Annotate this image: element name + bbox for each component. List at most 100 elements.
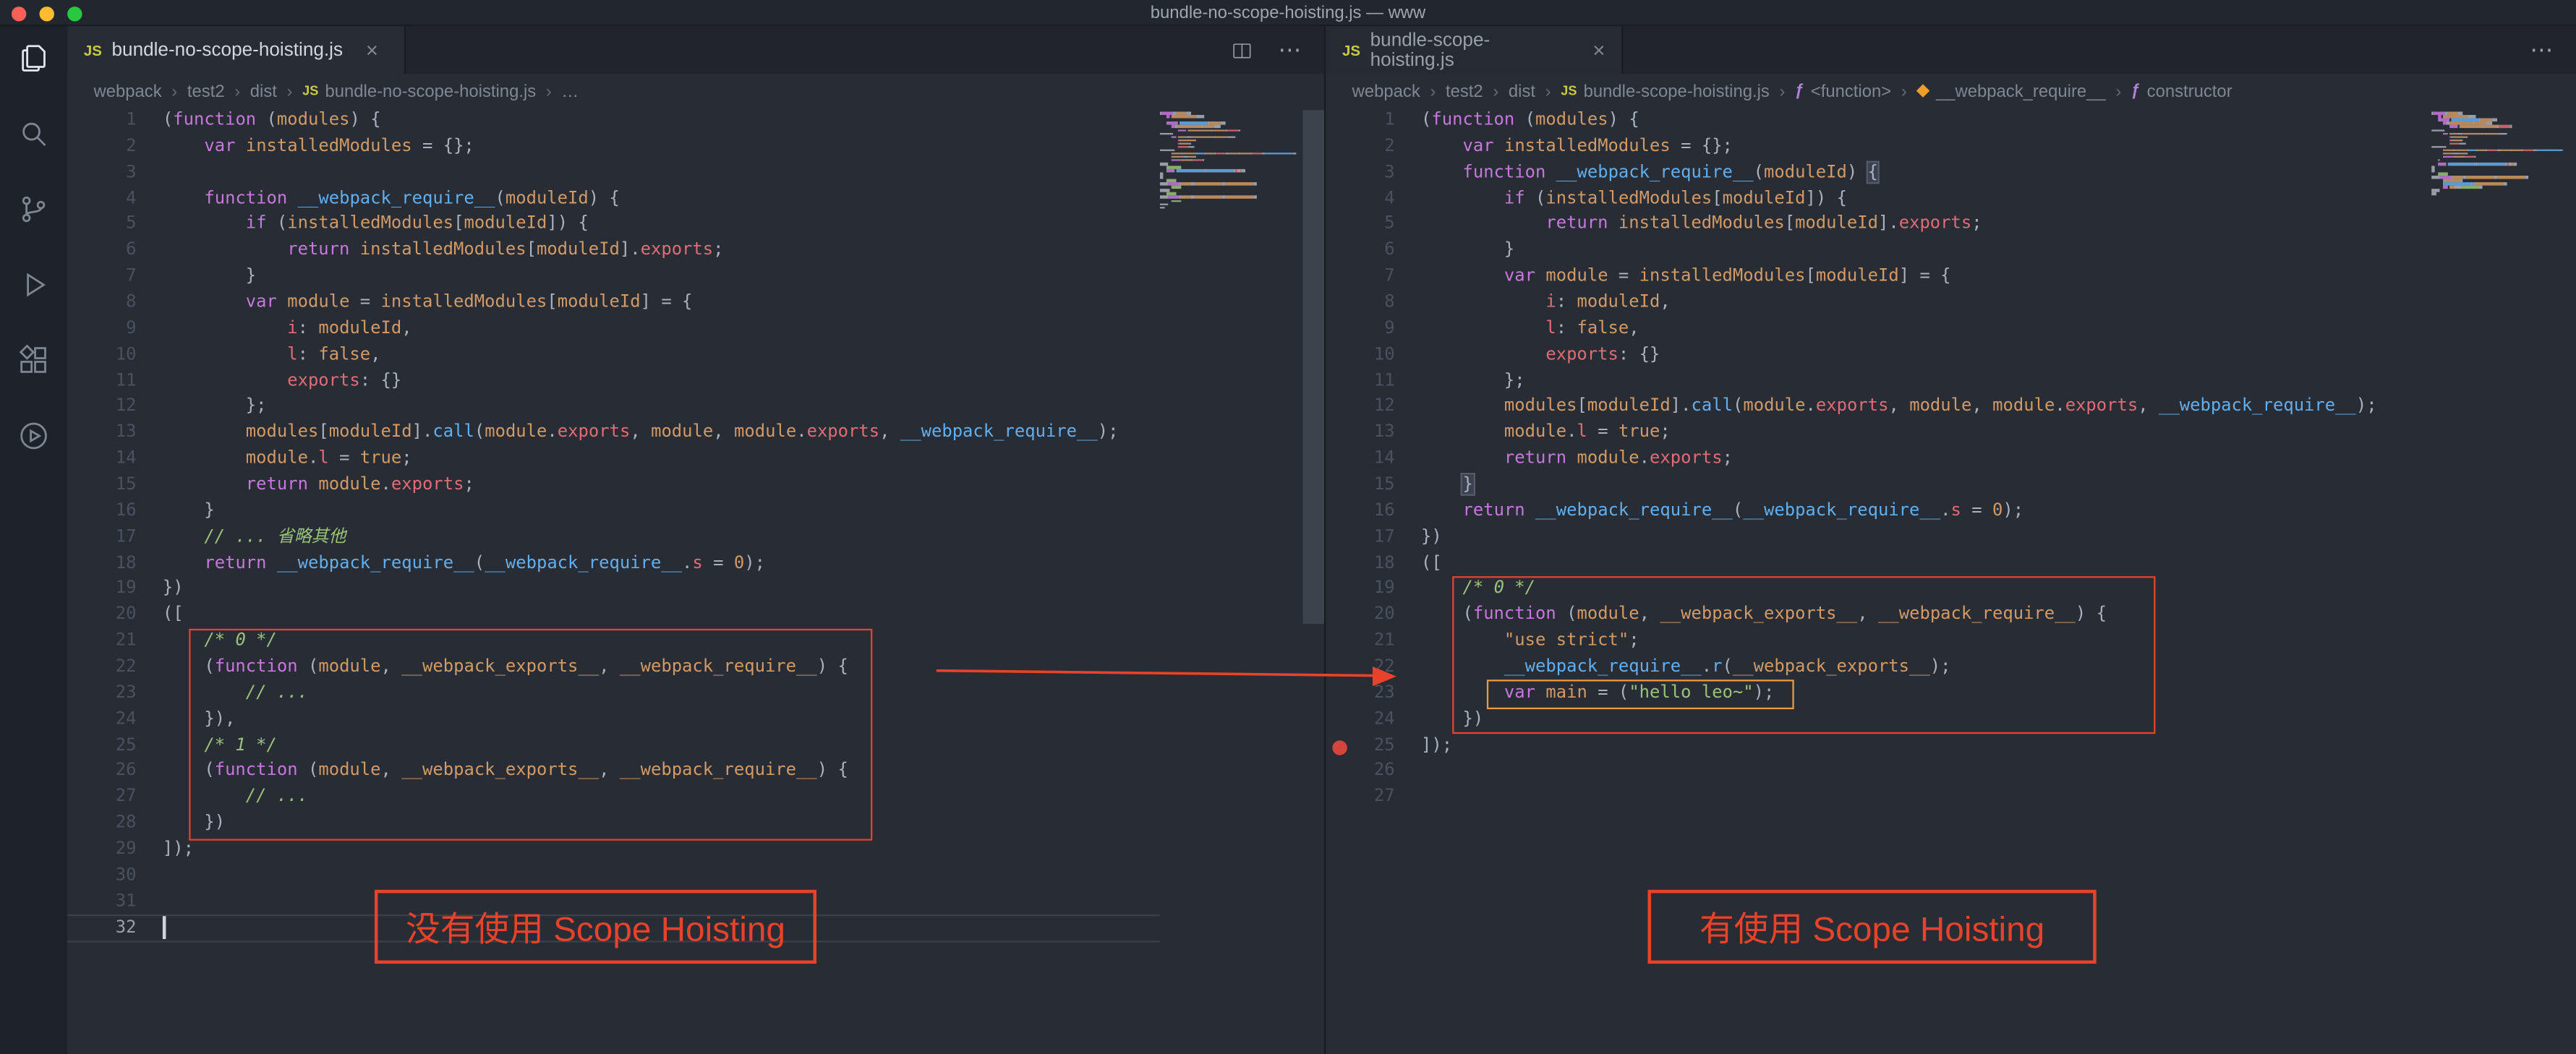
line-number[interactable]: 26	[67, 759, 137, 785]
line-number[interactable]: 14	[67, 447, 137, 473]
code-line[interactable]: i: moduleId,	[1421, 291, 2377, 317]
line-number[interactable]: 24	[67, 707, 137, 733]
code-line[interactable]: (function (modules) {	[163, 110, 1119, 134]
code-line[interactable]: // ...	[163, 681, 1119, 707]
code-line[interactable]: var main = ("hello leo~");	[1421, 681, 2377, 707]
code-line[interactable]	[1421, 759, 2377, 785]
line-number[interactable]: 31	[67, 889, 137, 915]
code-line[interactable]: modules[moduleId].call(module.exports, m…	[163, 421, 1119, 447]
code-line[interactable]: return installedModules[moduleId].export…	[163, 239, 1119, 265]
code-line[interactable]: l: false,	[1421, 317, 2377, 343]
line-number[interactable]: 27	[67, 785, 137, 811]
activity-run-circle[interactable]	[16, 417, 52, 453]
line-number[interactable]: 7	[67, 265, 136, 291]
line-number[interactable]: 9	[67, 317, 136, 343]
line-number[interactable]: 15	[67, 473, 137, 499]
line-number[interactable]: 10	[1326, 343, 1395, 369]
activity-run-debug[interactable]	[16, 266, 52, 302]
breadcrumb-item[interactable]: JS bundle-scope-hoisting.js	[1561, 82, 1770, 102]
activity-search[interactable]	[16, 115, 52, 151]
code-line[interactable]: return __webpack_require__(__webpack_req…	[163, 551, 1119, 577]
line-number[interactable]: 1	[67, 110, 136, 134]
code-line[interactable]: (function (module, __webpack_exports__, …	[163, 655, 1119, 681]
code-line[interactable]: // ...	[163, 785, 1119, 811]
line-number[interactable]: 8	[1326, 291, 1394, 317]
breakpoint-dot[interactable]	[1332, 740, 1347, 755]
code-line[interactable]: };	[163, 395, 1119, 421]
more-actions-icon[interactable]: ⋯	[2530, 36, 2554, 64]
breadcrumb-item[interactable]: dist	[1509, 82, 1535, 102]
line-number[interactable]: 24	[1326, 707, 1395, 733]
code-line[interactable]: return module.exports;	[163, 473, 1119, 499]
code-line[interactable]: })	[163, 811, 1119, 837]
breadcrumb-item[interactable]: test2	[187, 82, 225, 102]
code-line[interactable]: if (installedModules[moduleId]) {	[1421, 187, 2377, 213]
line-number[interactable]: 26	[1326, 759, 1395, 785]
code-line[interactable]: __webpack_require__.r(__webpack_exports_…	[1421, 655, 2377, 681]
code-line[interactable]: return __webpack_require__(__webpack_req…	[1421, 499, 2377, 525]
line-number[interactable]: 18	[67, 551, 137, 577]
code-line[interactable]: /* 0 */	[1421, 577, 2377, 603]
line-number[interactable]: 4	[67, 187, 136, 213]
code-line[interactable]: })	[163, 577, 1119, 603]
line-number[interactable]: 22	[67, 655, 137, 681]
line-number[interactable]: 2	[1326, 134, 1394, 160]
code-line[interactable]: }	[163, 499, 1119, 525]
left-scrollbar-thumb[interactable]	[1302, 110, 1324, 624]
line-number[interactable]: 23	[1326, 681, 1395, 707]
breadcrumb-item[interactable]: test2	[1446, 82, 1483, 102]
code-line[interactable]: function __webpack_require__(moduleId) {	[1421, 160, 2377, 187]
code-line[interactable]: ([	[163, 603, 1119, 629]
code-line[interactable]	[163, 160, 1119, 187]
code-line[interactable]: ]);	[1421, 733, 2377, 759]
line-number[interactable]: 17	[1326, 525, 1395, 551]
line-number[interactable]: 12	[1326, 395, 1395, 421]
code-line[interactable]	[163, 863, 1119, 889]
breadcrumb-item[interactable]: webpack	[1352, 82, 1420, 102]
close-icon[interactable]: ×	[366, 40, 378, 61]
breadcrumb-item[interactable]: …	[561, 82, 579, 102]
activity-extensions[interactable]	[16, 341, 52, 377]
activity-explorer[interactable]	[16, 40, 52, 76]
code-line[interactable]	[1421, 785, 2377, 811]
line-number[interactable]: 20	[1326, 603, 1395, 629]
line-number[interactable]: 4	[1326, 187, 1394, 213]
code-line[interactable]: module.l = true;	[1421, 421, 2377, 447]
line-number[interactable]: 3	[67, 160, 136, 187]
breadcrumb-item[interactable]: ƒ constructor	[2131, 82, 2232, 102]
traffic-minimize[interactable]	[39, 5, 54, 21]
line-number[interactable]: 1	[1326, 110, 1394, 134]
breadcrumb-item[interactable]: JS bundle-no-scope-hoisting.js	[302, 82, 536, 102]
code-line[interactable]: module.l = true;	[163, 447, 1119, 473]
line-number[interactable]: 29	[67, 837, 137, 863]
code-line[interactable]: "use strict";	[1421, 629, 2377, 655]
right-editor-viewport[interactable]: 1 2 3 4 5 6 7 8 9 10 11 12 13 14 15 16 17 18 19 20 21 22 23 24 2…	[1326, 110, 2576, 1054]
code-line[interactable]: if (installedModules[moduleId]) {	[163, 213, 1119, 239]
right-minimap[interactable]	[2431, 111, 2563, 202]
code-line[interactable]: (function (module, __webpack_exports__, …	[163, 759, 1119, 785]
code-line[interactable]: var module = installedModules[moduleId] …	[163, 291, 1119, 317]
line-number[interactable]: 9	[1326, 317, 1394, 343]
line-number[interactable]: 22	[1326, 655, 1395, 681]
left-minimap[interactable]	[1159, 111, 1303, 219]
more-actions-icon[interactable]: ⋯	[1278, 36, 1302, 64]
code-line[interactable]: modules[moduleId].call(module.exports, m…	[1421, 395, 2377, 421]
code-line[interactable]	[163, 889, 1119, 915]
line-number[interactable]: 6	[1326, 239, 1394, 265]
line-number[interactable]: 11	[1326, 369, 1395, 395]
code-line[interactable]: i: moduleId,	[163, 317, 1119, 343]
code-line[interactable]: exports: {}	[1421, 343, 2377, 369]
code-line[interactable]: }	[163, 265, 1119, 291]
code-line[interactable]: })	[1421, 707, 2377, 733]
line-number[interactable]: 30	[67, 863, 137, 889]
line-number[interactable]: 19	[1326, 577, 1395, 603]
code-line[interactable]: /* 1 */	[163, 733, 1119, 759]
code-line[interactable]	[163, 915, 1119, 941]
code-line[interactable]: l: false,	[163, 343, 1119, 369]
line-number[interactable]: 23	[67, 681, 137, 707]
line-number[interactable]: 18	[1326, 551, 1395, 577]
line-number[interactable]: 21	[67, 629, 137, 655]
code-line[interactable]: function __webpack_require__(moduleId) {	[163, 187, 1119, 213]
line-number[interactable]: 16	[67, 499, 137, 525]
line-number[interactable]: 27	[1326, 785, 1395, 811]
